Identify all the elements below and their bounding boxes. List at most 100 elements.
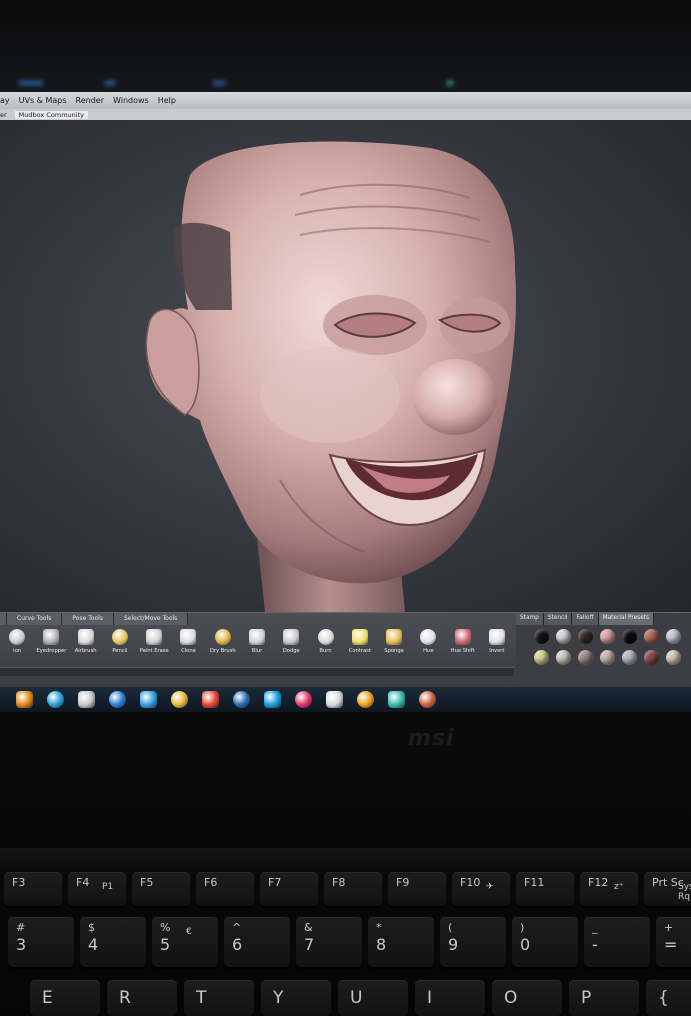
function-key[interactable]: F7	[260, 872, 318, 906]
function-key[interactable]: F3	[4, 872, 62, 906]
material-swatch[interactable]	[556, 629, 571, 644]
tool-partial[interactable]: ion	[0, 627, 34, 661]
letter-key[interactable]: Y	[261, 980, 331, 1016]
tab-stencil[interactable]: Stencil	[543, 613, 573, 625]
tab-falloff[interactable]: Falloff	[572, 613, 599, 625]
menu-item[interactable]: ay	[0, 96, 10, 105]
key-label: z⁺	[614, 882, 624, 892]
tool-dodge[interactable]: Dodge	[274, 627, 308, 661]
browser-icon[interactable]	[233, 691, 250, 708]
material-swatch[interactable]	[644, 650, 659, 665]
tab-curve-tools[interactable]: Curve Tools	[7, 613, 63, 625]
function-key[interactable]: Prt ScSys Rq	[644, 872, 691, 906]
folder-icon[interactable]	[171, 691, 188, 708]
eyedropper-icon	[43, 629, 60, 645]
letter-key[interactable]: I	[415, 980, 485, 1016]
number-key[interactable]: #3	[8, 917, 74, 967]
material-swatch[interactable]	[666, 629, 681, 644]
tab-mudbox-community[interactable]: Mudbox Community	[14, 110, 88, 119]
number-key[interactable]: + =	[656, 917, 691, 967]
tool-airbrush[interactable]: Airbrush	[69, 627, 103, 661]
app-icon[interactable]	[419, 691, 436, 708]
secondary-bar: er Mudbox Community	[0, 109, 691, 120]
tool-label: Invert	[489, 648, 505, 654]
function-key[interactable]: F5	[132, 872, 190, 906]
function-key[interactable]: F11	[516, 872, 574, 906]
number-key[interactable]: & 7	[296, 917, 362, 967]
menu-item-help[interactable]: Help	[158, 96, 176, 105]
tool-blur[interactable]: Blur	[240, 627, 274, 661]
material-swatch[interactable]	[578, 629, 593, 644]
shelf-scrollbar[interactable]	[0, 667, 514, 676]
player-icon[interactable]	[109, 691, 126, 708]
menu-item-render[interactable]: Render	[76, 96, 104, 105]
material-swatch[interactable]	[556, 650, 571, 665]
function-key[interactable]: F4 P1	[68, 872, 126, 906]
tool-pencil[interactable]: Pencil	[103, 627, 137, 661]
mudbox-icon[interactable]	[388, 691, 405, 708]
letter-key[interactable]: T	[184, 980, 254, 1016]
function-key[interactable]: F12 z⁺	[580, 872, 638, 906]
number-key[interactable]: _ -	[584, 917, 650, 967]
tab-material-presets[interactable]: Material Presets	[598, 613, 655, 625]
material-swatch[interactable]	[600, 629, 615, 644]
key-label: +	[664, 921, 674, 934]
tool-dry-brush[interactable]: Dry Brush	[206, 627, 240, 661]
tool-eyedropper[interactable]: Eyedropper	[34, 627, 68, 661]
material-swatch[interactable]	[534, 650, 549, 665]
letter-key[interactable]: E	[30, 980, 100, 1016]
material-swatch[interactable]	[600, 650, 615, 665]
material-swatch[interactable]	[534, 629, 549, 644]
tool-eraser[interactable]: Paint Erase	[137, 627, 171, 661]
letter-key[interactable]: P	[569, 980, 639, 1016]
menu-item-uvs-maps[interactable]: UVs & Maps	[19, 96, 67, 105]
tool-clone[interactable]: Clone	[171, 627, 205, 661]
tool-contrast[interactable]: Contrast	[343, 627, 377, 661]
tab-select-move-tools[interactable]: Select/Move Tools	[113, 613, 189, 625]
tab-pose-tools[interactable]: Pose Tools	[62, 613, 114, 625]
tool-sponge[interactable]: Sponge	[377, 627, 411, 661]
menu-item-windows[interactable]: Windows	[113, 96, 149, 105]
photos-icon[interactable]	[140, 691, 157, 708]
media-player-icon[interactable]	[16, 691, 33, 708]
letter-key[interactable]: {	[646, 980, 691, 1016]
number-key[interactable]: * 8	[368, 917, 434, 967]
function-key[interactable]: F6	[196, 872, 254, 906]
messenger-icon[interactable]	[264, 691, 281, 708]
tab-partial[interactable]: er	[0, 111, 7, 119]
settings-gear-icon[interactable]	[78, 691, 95, 708]
number-key[interactable]: $4	[80, 917, 146, 967]
letter-key[interactable]: O	[492, 980, 562, 1016]
tab-stamp[interactable]: Stamp	[516, 613, 544, 625]
material-swatch[interactable]	[666, 650, 681, 665]
tool-invert[interactable]: Invert	[480, 627, 514, 661]
number-key[interactable]: ^ 6	[224, 917, 290, 967]
hue-shift-icon	[454, 629, 471, 645]
notes-icon[interactable]	[326, 691, 343, 708]
key-label: F5	[140, 876, 154, 889]
material-swatch[interactable]	[578, 650, 593, 665]
firefox-icon[interactable]	[357, 691, 374, 708]
function-key[interactable]: F10 ✈	[452, 872, 510, 906]
store-icon[interactable]	[47, 691, 64, 708]
key-label: 8	[376, 935, 387, 954]
material-swatch[interactable]	[622, 629, 637, 644]
material-swatch[interactable]	[622, 650, 637, 665]
number-key[interactable]: ) 0	[512, 917, 578, 967]
letter-key[interactable]: U	[338, 980, 408, 1016]
function-key[interactable]: F8	[324, 872, 382, 906]
key-label: F7	[268, 876, 282, 889]
tool-burn[interactable]: Burn	[308, 627, 342, 661]
number-key[interactable]: (9	[440, 917, 506, 967]
music-icon[interactable]	[295, 691, 312, 708]
tool-label: ion	[13, 648, 22, 654]
3d-viewport[interactable]	[0, 120, 691, 612]
function-key[interactable]: F9	[388, 872, 446, 906]
tool-hue[interactable]: Hue	[411, 627, 445, 661]
tool-hue-shift[interactable]: Hue Shift	[445, 627, 479, 661]
letter-key[interactable]: R	[107, 980, 177, 1016]
sculpted-head-model	[145, 141, 516, 612]
number-key[interactable]: % 5 €	[152, 917, 218, 967]
material-swatch[interactable]	[644, 629, 659, 644]
chrome-icon[interactable]	[202, 691, 219, 708]
